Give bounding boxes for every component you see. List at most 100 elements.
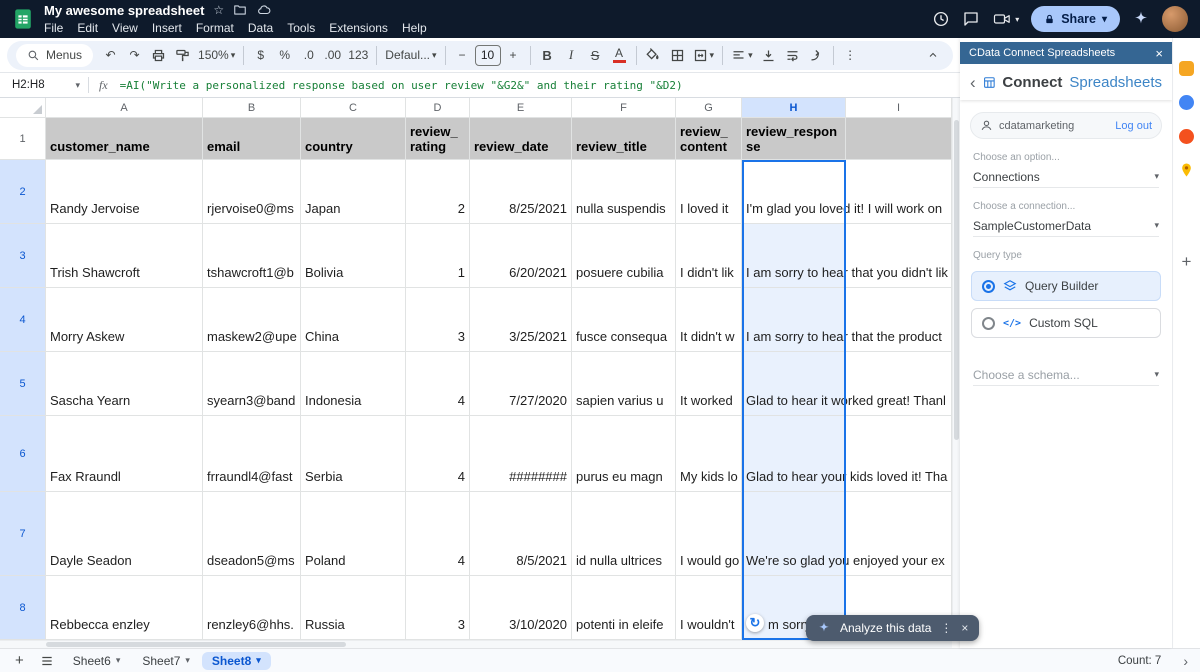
borders-button[interactable] xyxy=(666,43,689,67)
vertical-scrollbar-thumb[interactable] xyxy=(954,120,959,440)
star-icon[interactable]: ☆ xyxy=(213,3,224,17)
connection-select[interactable]: SampleCustomerData ▾ xyxy=(973,215,1159,237)
column-header-B[interactable]: B xyxy=(203,98,301,118)
cell-E2[interactable]: 8/25/2021 xyxy=(470,160,572,224)
cell-I1[interactable] xyxy=(846,118,952,160)
cell-I5[interactable] xyxy=(846,352,952,416)
strikethrough-button[interactable]: S xyxy=(584,43,607,67)
cell-B7[interactable]: dseadon5@ms xyxy=(203,492,301,576)
paint-format-button[interactable] xyxy=(171,43,194,67)
cell-H1[interactable]: review_respon se xyxy=(742,118,846,160)
cell-I6[interactable] xyxy=(846,416,952,492)
blue-addon-icon[interactable] xyxy=(1179,94,1195,110)
font-size-decrease-button[interactable]: − xyxy=(451,43,474,67)
cell-F5[interactable]: sapien varius u xyxy=(572,352,676,416)
cell-B6[interactable]: frraundl4@fast xyxy=(203,416,301,492)
orange-addon-icon[interactable] xyxy=(1179,128,1195,144)
horizontal-scrollbar-thumb[interactable] xyxy=(46,642,346,647)
connections-select[interactable]: Connections ▾ xyxy=(973,166,1159,188)
cell-C5[interactable]: Indonesia xyxy=(301,352,406,416)
schema-select[interactable]: Choose a schema... ▾ xyxy=(973,364,1159,386)
collapse-toolbar-button[interactable] xyxy=(921,43,944,67)
back-icon[interactable]: ‹ xyxy=(970,74,976,91)
menu-format[interactable]: Format xyxy=(189,20,241,36)
cell-E1[interactable]: review_date xyxy=(470,118,572,160)
vertical-align-button[interactable] xyxy=(757,43,780,67)
undo-button[interactable]: ↶ xyxy=(99,43,122,67)
formula-input[interactable]: =AI("Write a personalized response based… xyxy=(120,79,960,92)
cell-E7[interactable]: 8/5/2021 xyxy=(470,492,572,576)
text-rotation-button[interactable] xyxy=(805,43,828,67)
horizontal-scrollbar[interactable] xyxy=(0,640,952,648)
cell-A4[interactable]: Morry Askew xyxy=(46,288,203,352)
cell-D4[interactable]: 3 xyxy=(406,288,470,352)
menu-view[interactable]: View xyxy=(105,20,145,36)
analyze-data-toolbar[interactable]: Analyze this data ⋮ × xyxy=(806,615,979,641)
sheet-tab-sheet8[interactable]: Sheet8▾ xyxy=(202,652,271,670)
row-header-1[interactable]: 1 xyxy=(0,118,46,160)
logout-link[interactable]: Log out xyxy=(1115,120,1152,132)
select-all-corner[interactable] xyxy=(0,98,46,118)
menus-search-button[interactable]: Menus xyxy=(16,44,93,67)
cell-I7[interactable] xyxy=(846,492,952,576)
row-header-6[interactable]: 6 xyxy=(0,416,46,492)
vertical-scrollbar[interactable] xyxy=(952,98,960,640)
cell-G7[interactable]: I would go xyxy=(676,492,742,576)
column-header-E[interactable]: E xyxy=(470,98,572,118)
row-header-8[interactable]: 8 xyxy=(0,576,46,640)
cell-F1[interactable]: review_title xyxy=(572,118,676,160)
menu-data[interactable]: Data xyxy=(241,20,280,36)
font-select[interactable]: Defaul... ▾ xyxy=(382,43,439,67)
version-history-button[interactable] xyxy=(932,10,950,28)
cdata-addon-icon[interactable] xyxy=(1179,60,1195,76)
cell-G3[interactable]: I didn't lik xyxy=(676,224,742,288)
cell-E6[interactable]: ######## xyxy=(470,416,572,492)
cloud-save-status-icon[interactable] xyxy=(256,3,272,17)
menu-extensions[interactable]: Extensions xyxy=(322,20,395,36)
cell-F6[interactable]: purus eu magn xyxy=(572,416,676,492)
cell-H4[interactable]: I am sorry to hear that the product xyxy=(742,288,846,352)
cell-F7[interactable]: id nulla ultrices xyxy=(572,492,676,576)
name-box[interactable]: H2:H8 ▾ xyxy=(0,79,88,91)
cell-D3[interactable]: 1 xyxy=(406,224,470,288)
cell-H5[interactable]: Glad to hear it worked great! Thanl xyxy=(742,352,846,416)
menu-insert[interactable]: Insert xyxy=(145,20,189,36)
format-percent-button[interactable]: % xyxy=(273,43,296,67)
increase-decimals-button[interactable]: .00 xyxy=(321,43,344,67)
sheets-home-button[interactable] xyxy=(12,8,34,30)
add-addons-icon[interactable]: + xyxy=(1179,254,1195,270)
cell-E3[interactable]: 6/20/2021 xyxy=(470,224,572,288)
italic-button[interactable]: I xyxy=(560,43,583,67)
font-size-increase-button[interactable]: + xyxy=(502,43,525,67)
column-header-I[interactable]: I xyxy=(846,98,952,118)
merge-cells-button[interactable]: ▾ xyxy=(690,43,718,67)
query-builder-option[interactable]: Query Builder xyxy=(971,271,1161,301)
menu-edit[interactable]: Edit xyxy=(70,20,105,36)
column-header-D[interactable]: D xyxy=(406,98,470,118)
row-header-7[interactable]: 7 xyxy=(0,492,46,576)
cell-D7[interactable]: 4 xyxy=(406,492,470,576)
cell-C7[interactable]: Poland xyxy=(301,492,406,576)
close-icon[interactable]: × xyxy=(1155,46,1163,61)
cell-B2[interactable]: rjervoise0@ms xyxy=(203,160,301,224)
column-header-A[interactable]: A xyxy=(46,98,203,118)
cell-E4[interactable]: 3/25/2021 xyxy=(470,288,572,352)
cell-B1[interactable]: email xyxy=(203,118,301,160)
cell-F4[interactable]: fusce consequa xyxy=(572,288,676,352)
cell-G8[interactable]: I wouldn't xyxy=(676,576,742,640)
custom-sql-option[interactable]: </> Custom SQL xyxy=(971,308,1161,338)
cell-C8[interactable]: Russia xyxy=(301,576,406,640)
cell-E5[interactable]: 7/27/2020 xyxy=(470,352,572,416)
cell-A5[interactable]: Sascha Yearn xyxy=(46,352,203,416)
cell-I3[interactable] xyxy=(846,224,952,288)
sheet-tab-sheet6[interactable]: Sheet6▾ xyxy=(63,652,131,670)
meet-button[interactable]: ▾ xyxy=(992,11,1019,27)
cell-D2[interactable]: 2 xyxy=(406,160,470,224)
row-header-2[interactable]: 2 xyxy=(0,160,46,224)
horizontal-align-button[interactable]: ▾ xyxy=(728,43,756,67)
cell-C2[interactable]: Japan xyxy=(301,160,406,224)
cell-D6[interactable]: 4 xyxy=(406,416,470,492)
move-folder-icon[interactable] xyxy=(233,3,247,17)
row-header-5[interactable]: 5 xyxy=(0,352,46,416)
kebab-icon[interactable]: ⋮ xyxy=(940,621,952,635)
